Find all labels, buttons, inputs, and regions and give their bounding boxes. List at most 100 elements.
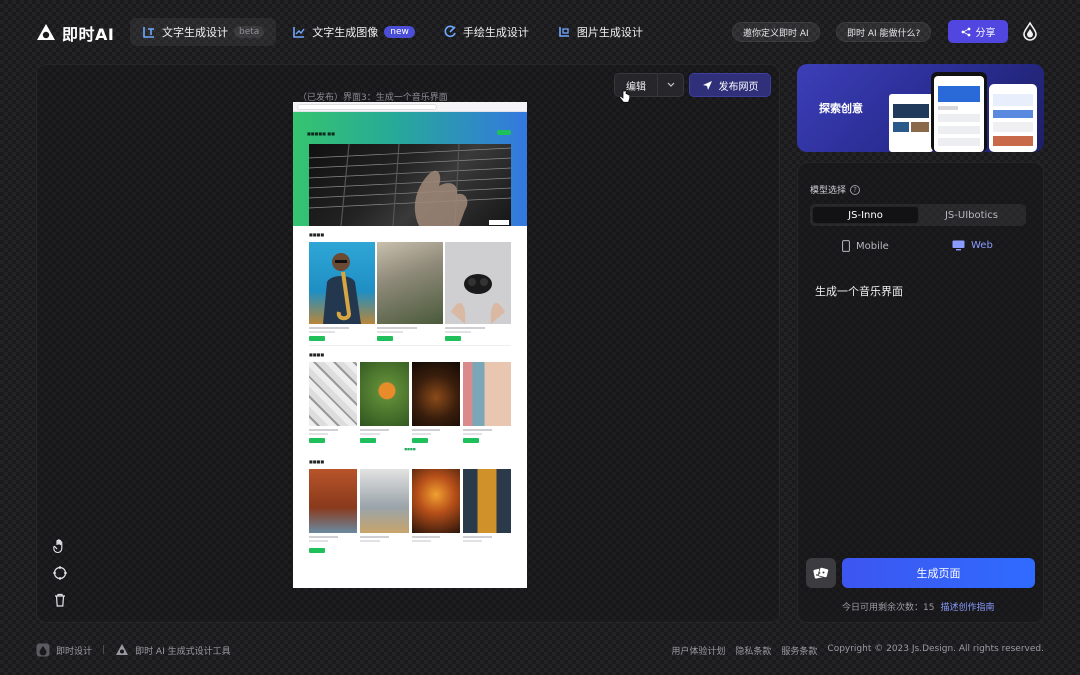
preview-hero-title: ■■■■■ ■■ bbox=[307, 131, 335, 136]
nav-sketch-to-design[interactable]: 手绘生成设计 bbox=[431, 18, 541, 46]
nav-label: 图片生成设计 bbox=[576, 26, 643, 39]
mobile-icon bbox=[842, 240, 850, 252]
settings-panel bbox=[797, 162, 1044, 623]
device-option-web[interactable]: Web bbox=[952, 240, 993, 251]
publish-button[interactable]: 发布网页 bbox=[689, 73, 771, 97]
logo-icon bbox=[37, 24, 55, 40]
preview-featured-grid bbox=[309, 242, 511, 341]
preview-card bbox=[360, 362, 409, 443]
preview-card-subtitle bbox=[309, 433, 329, 435]
preview-card-title bbox=[377, 327, 417, 329]
preview-section-title: ■■■■ bbox=[309, 232, 325, 237]
theme-toggle-icon[interactable] bbox=[1020, 21, 1040, 41]
preview-card-title bbox=[445, 327, 485, 329]
preview-card-subtitle bbox=[360, 433, 380, 435]
footer-separator: | bbox=[102, 645, 106, 655]
image-design-icon bbox=[559, 27, 569, 37]
random-prompt-button[interactable] bbox=[806, 558, 836, 588]
preview-card-title bbox=[462, 429, 492, 431]
earbuds-graphic bbox=[451, 274, 505, 324]
preview-card bbox=[377, 242, 443, 341]
prompt-input[interactable]: 生成一个音乐界面 bbox=[815, 283, 903, 299]
guide-link[interactable]: 描述创作指南 bbox=[940, 600, 994, 613]
share-icon bbox=[961, 27, 970, 36]
beta-badge: beta bbox=[234, 26, 265, 38]
quota-text: 今日可用剩余次数：15 bbox=[842, 603, 935, 613]
headphones-photo bbox=[309, 469, 358, 533]
model-option-js-inno[interactable]: JS-Inno bbox=[812, 206, 919, 224]
preview-card-title bbox=[360, 429, 390, 431]
model-option-js-uibotics[interactable]: JS-UIbotics bbox=[919, 206, 1024, 224]
preview-card bbox=[309, 362, 358, 443]
model-label-text: 模型选择 bbox=[810, 186, 847, 196]
preview-popular-grid bbox=[309, 362, 511, 443]
preview-card bbox=[462, 469, 511, 542]
generate-page-button[interactable]: 生成页面 bbox=[842, 558, 1035, 588]
nav-label: 手绘生成设计 bbox=[462, 26, 529, 39]
footer-link-privacy[interactable]: 隐私条款 bbox=[735, 644, 771, 657]
saxophone-photo bbox=[309, 242, 375, 324]
banner-text: 探索创意 bbox=[819, 102, 863, 115]
quota-row: 今日可用剩余次数：15 描述创作指南 bbox=[842, 600, 994, 613]
text-design-icon bbox=[143, 27, 154, 38]
preview-more-link: ■■■■ bbox=[404, 447, 416, 451]
help-icon[interactable]: ? bbox=[850, 184, 861, 195]
jsdesign-logo-icon bbox=[36, 643, 50, 657]
hand-cursor-icon bbox=[619, 90, 631, 103]
model-select-label: 模型选择 ? bbox=[810, 183, 861, 196]
trash-icon[interactable] bbox=[52, 592, 68, 608]
preview-card bbox=[309, 469, 358, 542]
edit-dropdown[interactable] bbox=[657, 74, 683, 96]
preview-hero: ■■■■■ ■■ bbox=[293, 112, 527, 226]
footer-brand2[interactable]: 即时 AI 生成式设计工具 bbox=[135, 644, 231, 657]
footer-link-terms[interactable]: 服务条款 bbox=[781, 644, 817, 657]
logo[interactable]: 即时AI bbox=[36, 21, 114, 45]
preview-guitar-photo bbox=[309, 144, 511, 226]
preview-browser-bar bbox=[293, 102, 527, 112]
header: 即时AI 文字生成设计 beta 文字生成图像 new 手绘生成设计 图片生成设… bbox=[0, 0, 1080, 64]
device-option-mobile[interactable]: Mobile bbox=[842, 240, 889, 252]
explore-banner[interactable]: 探索创意 bbox=[797, 64, 1044, 152]
preview-card-title bbox=[309, 536, 338, 538]
microphone-photo bbox=[360, 469, 409, 533]
preview-section-title: ■■■■ bbox=[309, 459, 325, 464]
nav-text-to-image[interactable]: 文字生成图像 new bbox=[280, 18, 427, 46]
preview-card-button bbox=[309, 336, 325, 341]
preview-card-subtitle bbox=[309, 331, 336, 333]
nav-label: 文字生成设计 bbox=[162, 26, 228, 39]
main-nav: 文字生成设计 beta 文字生成图像 new 手绘生成设计 图片生成设计 bbox=[130, 18, 655, 46]
preview-card-button bbox=[462, 438, 479, 443]
preview-card-title bbox=[462, 536, 492, 538]
concert-photo bbox=[411, 469, 460, 533]
locate-icon[interactable] bbox=[52, 565, 68, 581]
nav-text-to-design[interactable]: 文字生成设计 beta bbox=[130, 18, 277, 46]
path-photo bbox=[377, 242, 443, 324]
publish-label: 发布网页 bbox=[718, 81, 759, 93]
preview-card-title bbox=[411, 536, 441, 538]
footer-link-ux-plan[interactable]: 用户体验计划 bbox=[671, 644, 725, 657]
share-button[interactable]: 分享 bbox=[948, 20, 1008, 43]
guitar-photo bbox=[462, 469, 511, 533]
about-button[interactable]: 即时 AI 能做什么? bbox=[836, 22, 932, 42]
model-selector: JS-Inno JS-UIbotics bbox=[810, 204, 1026, 226]
preview-card-subtitle bbox=[309, 540, 329, 542]
dark-photo bbox=[411, 362, 460, 426]
preview-card bbox=[411, 362, 460, 443]
chevron-down-icon bbox=[667, 82, 674, 87]
preview-divider bbox=[309, 345, 511, 346]
preview-bottom-button bbox=[309, 548, 325, 553]
footer-brand1[interactable]: 即时设计 bbox=[56, 644, 92, 657]
pattern-photo bbox=[309, 362, 358, 426]
guitar-strings-graphic bbox=[309, 144, 511, 226]
invite-button[interactable]: 邀你定义即时 AI bbox=[732, 22, 820, 42]
generated-page-preview[interactable]: ■■■■■ ■■ ■■■■ ■■■■ ■■■■ ■■■■ bbox=[293, 102, 527, 588]
saxophone-player-graphic bbox=[323, 253, 361, 324]
preview-section-title: ■■■■ bbox=[309, 352, 325, 357]
preview-card-button bbox=[411, 438, 428, 443]
preview-card-subtitle bbox=[411, 433, 431, 435]
hand-tool-icon[interactable] bbox=[52, 538, 68, 554]
butterfly-photo bbox=[360, 362, 409, 426]
preview-url-field bbox=[297, 103, 437, 110]
nav-image-to-design[interactable]: 图片生成设计 bbox=[545, 18, 655, 46]
logo-text: 即时AI bbox=[62, 25, 115, 44]
